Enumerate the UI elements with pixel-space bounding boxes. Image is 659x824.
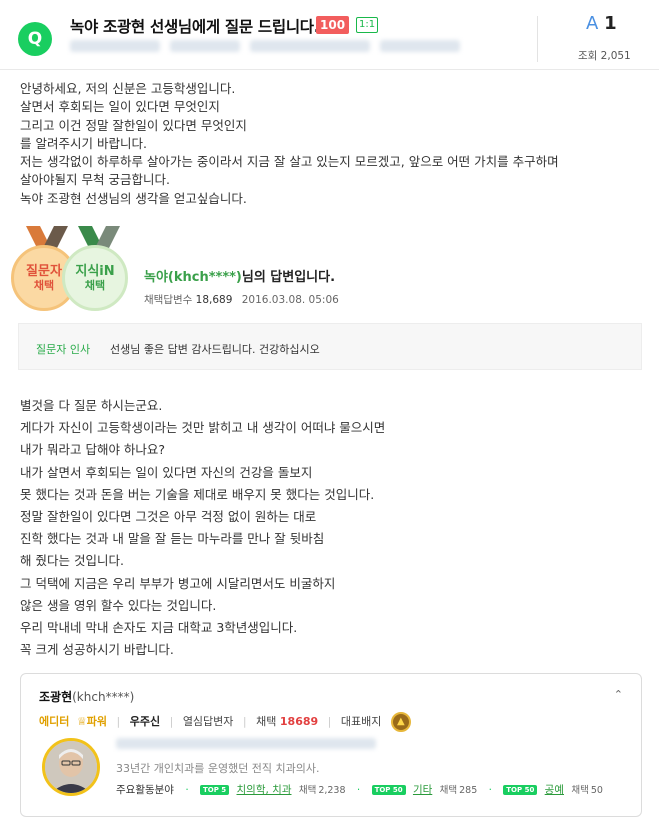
field-count-label: 채택 bbox=[571, 785, 589, 796]
author-link[interactable]: 녹야(khch****) bbox=[144, 270, 242, 285]
question-line: 그리고 이건 정말 잘한일이 있다면 무엇인지 bbox=[20, 117, 247, 133]
divider: | bbox=[116, 715, 121, 728]
badge-line1: 지식iN bbox=[75, 264, 115, 279]
field-link[interactable]: 치의학, 치과 bbox=[237, 784, 292, 796]
field-link[interactable]: 공예 bbox=[545, 784, 564, 796]
answer-line: 못 했다는 것과 돈을 버는 기술을 제대로 배우지 못 했다는 것입니다. bbox=[20, 486, 375, 502]
power-label: 파워 bbox=[86, 715, 107, 728]
profile-name[interactable]: 조광현(khch****) bbox=[39, 688, 134, 705]
divider: | bbox=[169, 715, 174, 728]
question-line: 안녕하세요, 저의 신분은 고등학생입니다. bbox=[20, 81, 236, 96]
rep-badge-label: 대표배지 bbox=[340, 715, 382, 728]
bullet: · bbox=[356, 784, 361, 796]
adopt-count: 18,689 bbox=[195, 294, 233, 306]
answer-date: 2016.03.08. 05:06 bbox=[241, 294, 339, 306]
answer-line: 내가 뭐라고 답해야 하나요? bbox=[20, 442, 166, 458]
view-label: 조회 bbox=[578, 50, 598, 62]
coin-badge: 100 bbox=[316, 16, 350, 34]
activity-fields: 주요활동분야 · TOP 5 치의학, 치과 채택 2,238 · TOP 50 … bbox=[116, 782, 603, 797]
answer-line: 게다가 자신이 고등학생이라는 것만 밝히고 내 생각이 어떠냐 물으시면 bbox=[20, 420, 386, 436]
adopt-total: 18689 bbox=[279, 715, 319, 728]
questioner-greeting: 질문자 인사 선생님 좋은 답변 감사드립니다. 건강하십시오 bbox=[18, 323, 642, 370]
avatar-image bbox=[45, 741, 97, 793]
graduation-cap-icon[interactable]: ▲ bbox=[390, 712, 411, 732]
question-line: 살면서 후회되는 일이 있다면 무엇인지 bbox=[20, 99, 220, 115]
answer-line: 진학 했다는 것과 내 말을 잘 듣는 마누라를 만나 잘 뒷바침 bbox=[20, 531, 325, 547]
answer-line: 꼭 크게 성공하시기 바랍니다. bbox=[20, 642, 174, 658]
answer-line: 않은 생을 영위 할수 있다는 것입니다. bbox=[20, 597, 217, 613]
question-header: Q 녹야 조광현 선생님에게 질문 드립니다. 100 1:1 A 1 조회 2… bbox=[0, 0, 659, 70]
field-count-label: 채택 bbox=[439, 785, 458, 796]
greeting-label: 질문자 인사 bbox=[36, 343, 91, 356]
adopt-count-label: 채택답변수 bbox=[144, 294, 193, 306]
badge-line2: 채택 bbox=[84, 279, 106, 292]
fields-label: 주요활동분야 bbox=[116, 784, 174, 796]
crown-icon: ♕ bbox=[76, 715, 87, 728]
kin-adopt-badge: 지식iN 채택 bbox=[62, 245, 128, 311]
question-line: 녹야 조광현 선생님의 생각을 얻고싶습니다. bbox=[20, 190, 247, 206]
answer-line: 내가 살면서 후회되는 일이 있다면 자신의 건강을 돌보지 bbox=[20, 464, 313, 480]
profile-intro: 33년간 개인치과를 운영했던 전직 치과의사. bbox=[116, 762, 320, 775]
divider: | bbox=[242, 715, 247, 728]
active-tag: 열심답변자 bbox=[182, 715, 234, 728]
answer-line: 우리 막내네 막내 손자도 지금 대학교 3학년생입니다. bbox=[20, 620, 298, 636]
view-count: 조회 2,051 bbox=[578, 48, 631, 63]
top-rank-badge: TOP 5 bbox=[200, 785, 230, 795]
divider: | bbox=[327, 715, 332, 728]
answer-meta: 채택답변수 18,689 2016.03.08. 05:06 bbox=[144, 292, 339, 307]
profile-stats: 에디터 ♕파워 | 우주신 | 열심답변자 | 채택 18689 | 대표배지 … bbox=[39, 712, 411, 732]
bullet: · bbox=[488, 784, 492, 796]
rank-label: 우주신 bbox=[129, 715, 161, 728]
profile-name-text: 조광현 bbox=[39, 690, 73, 704]
question-line: 를 알려주시기 바랍니다. bbox=[20, 135, 147, 151]
question-body: 안녕하세요, 저의 신분은 고등학생입니다. 살면서 후회되는 일이 있다면 무… bbox=[20, 80, 645, 208]
question-title[interactable]: 녹야 조광현 선생님에게 질문 드립니다. bbox=[70, 15, 320, 37]
knowledge-qna-page: Q 녹야 조광현 선생님에게 질문 드립니다. 100 1:1 A 1 조회 2… bbox=[0, 0, 659, 824]
author-profile-card: 조광현(khch****) ⌃ 에디터 ♕파워 | 우주신 | 열심답변자 | … bbox=[20, 673, 642, 817]
top-rank-badge: TOP 50 bbox=[371, 785, 406, 795]
answer-line: 해 줬다는 것입니다. bbox=[20, 553, 124, 569]
blurred-category bbox=[70, 40, 160, 52]
header-divider bbox=[537, 16, 538, 62]
answer-line: 정말 잘한일이 있다면 그것은 아무 걱정 없이 원하는 대로 bbox=[20, 509, 317, 525]
field-count: 285 bbox=[459, 785, 478, 796]
blurred-meta-3 bbox=[380, 40, 460, 52]
answer-line: 별것을 다 질문 하시는군요. bbox=[20, 398, 163, 413]
adopt-label: 채택 bbox=[256, 715, 277, 728]
avatar[interactable] bbox=[42, 738, 100, 796]
profile-id: (khch****) bbox=[72, 690, 135, 704]
answer-body: 별것을 다 질문 하시는군요. 게다가 자신이 고등학생이라는 것만 밝히고 내… bbox=[20, 395, 645, 661]
field-count-label: 채택 bbox=[298, 785, 317, 796]
blurred-url bbox=[116, 738, 376, 749]
answer-count-number: 1 bbox=[604, 13, 617, 34]
blurred-meta-2 bbox=[250, 40, 370, 52]
ratio-badge: 1:1 bbox=[356, 17, 379, 33]
field-link[interactable]: 기타 bbox=[413, 784, 432, 796]
greeting-text: 선생님 좋은 답변 감사드립니다. 건강하십시오 bbox=[110, 343, 320, 356]
question-line: 저는 생각없이 하루하루 살아가는 중이라서 지금 잘 살고 있는지 모르겠고,… bbox=[20, 154, 559, 170]
author-suffix: 님의 답변입니다. bbox=[241, 270, 336, 285]
answer-line: 그 덕택에 지금은 우리 부부가 병고에 시달리면서도 비굴하지 bbox=[20, 575, 336, 591]
blurred-meta bbox=[170, 40, 240, 52]
question-line: 살아야될지 무척 궁금합니다. bbox=[20, 172, 170, 188]
chevron-up-icon[interactable]: ⌃ bbox=[614, 688, 623, 701]
editor-label: 에디터 bbox=[39, 715, 70, 728]
question-icon: Q bbox=[18, 22, 52, 56]
field-count: 2,238 bbox=[318, 785, 346, 796]
top-rank-badge: TOP 50 bbox=[503, 785, 538, 795]
field-count: 50 bbox=[590, 785, 603, 796]
answer-author: 녹야(khch****)님의 답변입니다. bbox=[144, 266, 335, 285]
view-number: 2,051 bbox=[600, 50, 631, 62]
answer-count[interactable]: A 1 bbox=[586, 13, 617, 34]
bullet: · bbox=[185, 784, 189, 796]
answer-prefix: A bbox=[586, 13, 599, 34]
